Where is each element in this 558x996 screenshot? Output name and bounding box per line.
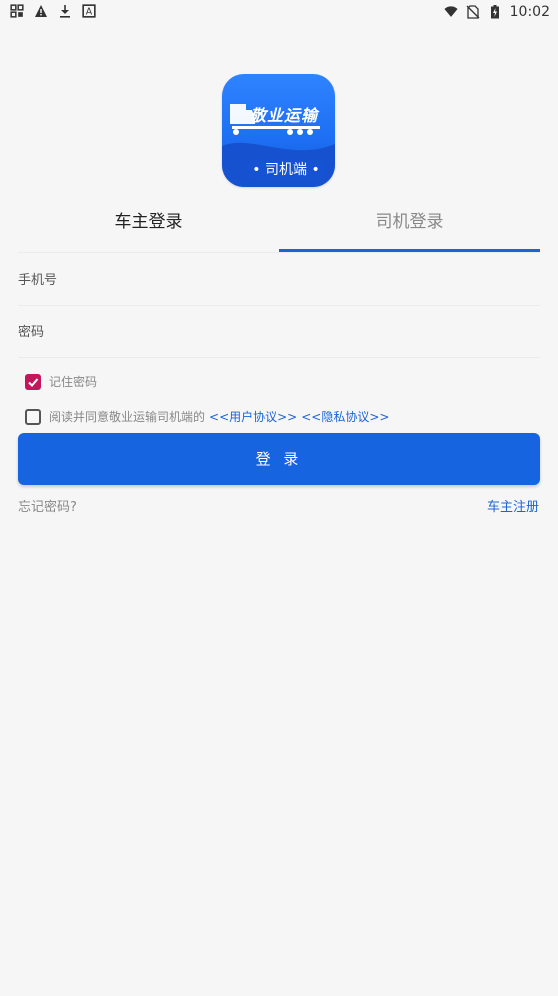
status-bar: A 10:02 bbox=[0, 0, 558, 24]
agreement-text: 阅读并同意敬业运输司机端的 bbox=[49, 410, 206, 424]
battery-charging-icon bbox=[490, 5, 499, 19]
user-agreement-link[interactable]: <<用户协议>> bbox=[209, 408, 297, 425]
wifi-icon bbox=[444, 6, 458, 17]
owner-register-link[interactable]: 车主注册 bbox=[487, 496, 539, 515]
agreement-row: 阅读并同意敬业运输司机端的 <<用户协议>> <<隐私协议>> bbox=[25, 408, 389, 425]
logo-subtitle: • 司机端 • bbox=[246, 160, 326, 180]
phone-input[interactable] bbox=[18, 254, 540, 306]
media-icon bbox=[10, 4, 24, 18]
password-input[interactable] bbox=[18, 306, 540, 358]
checkmark-icon bbox=[28, 377, 39, 387]
no-sim-icon bbox=[466, 5, 480, 19]
warning-icon bbox=[35, 5, 47, 17]
remember-password-checkbox[interactable] bbox=[25, 373, 41, 390]
password-divider bbox=[18, 357, 540, 358]
app-logo: 敬业运输 • 司机端 • bbox=[222, 74, 335, 187]
phone-field-container bbox=[18, 254, 540, 306]
status-bar-left-icons: A bbox=[10, 4, 96, 18]
tab-divider bbox=[18, 252, 540, 253]
download-icon bbox=[60, 5, 70, 18]
login-button[interactable]: 登 录 bbox=[18, 433, 540, 485]
password-field-container bbox=[18, 306, 540, 358]
tab-driver-login[interactable]: 司机登录 bbox=[279, 200, 540, 252]
agreement-checkbox[interactable] bbox=[25, 408, 41, 425]
remember-password-row: 记住密码 bbox=[25, 373, 97, 390]
svg-text:A: A bbox=[86, 7, 93, 18]
tab-active-indicator bbox=[279, 249, 540, 252]
remember-password-label: 记住密码 bbox=[49, 375, 98, 389]
translate-icon: A bbox=[82, 4, 96, 18]
logo-title: 敬业运输 bbox=[250, 106, 319, 125]
status-bar-right-icons: 10:02 bbox=[444, 4, 550, 20]
tab-owner-login[interactable]: 车主登录 bbox=[18, 200, 279, 252]
forgot-password-link[interactable]: 忘记密码? bbox=[18, 496, 77, 515]
privacy-policy-link[interactable]: <<隐私协议>> bbox=[301, 408, 389, 425]
clock-time: 10:02 bbox=[509, 4, 550, 20]
login-tabs: 车主登录 司机登录 bbox=[18, 200, 540, 254]
